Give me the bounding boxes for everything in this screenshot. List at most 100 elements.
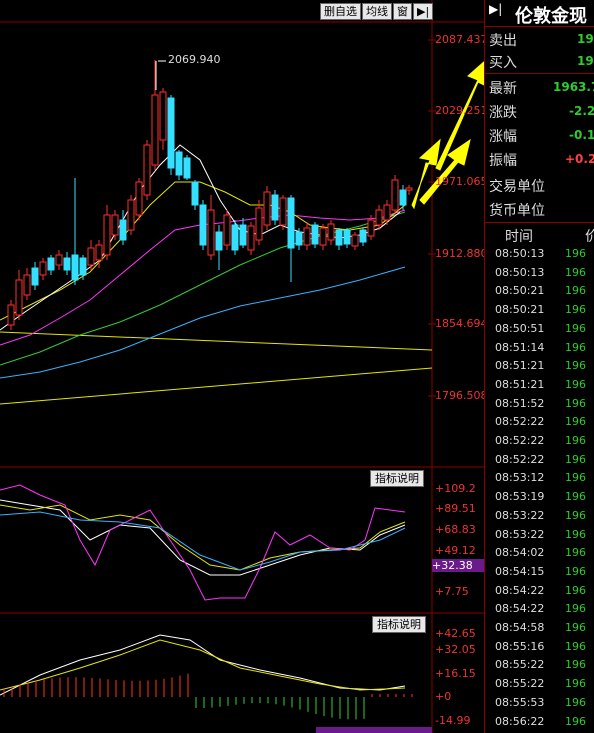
indicator-axis-label: +7.75 xyxy=(435,585,469,598)
tick-price: 196 xyxy=(565,359,586,373)
candle-body xyxy=(159,91,167,141)
tick-price: 196 xyxy=(565,602,586,616)
tick-price: 196 xyxy=(565,377,586,391)
candle-body xyxy=(39,261,47,276)
candle-body xyxy=(95,244,103,261)
price-axis-label: 1796.508 xyxy=(435,389,488,402)
candle-body xyxy=(231,224,239,251)
candle-body xyxy=(327,223,335,241)
tick-price: 196 xyxy=(565,321,586,335)
tick-price: 196 xyxy=(565,714,586,728)
indicator2-axis-label: +0 xyxy=(435,690,452,703)
indicator-help-button[interactable]: 指标说明 xyxy=(370,470,424,487)
indicator2-axis-label: +16.15 xyxy=(435,667,476,680)
candle-body xyxy=(175,151,183,176)
bid-value: 19 xyxy=(577,54,594,68)
indicator2-help-button[interactable]: 指标说明 xyxy=(372,616,426,633)
candle-body xyxy=(263,191,271,226)
remove-watchlist-button[interactable]: 删自选 xyxy=(320,3,361,20)
candle-body xyxy=(207,209,215,256)
bid-label: 买入 xyxy=(489,55,517,71)
candle-body xyxy=(135,181,143,216)
indicator-axis-label: +89.51 xyxy=(435,502,476,515)
change-label: 涨跌 xyxy=(489,105,517,121)
tick-time: 08:52:22 xyxy=(495,452,545,466)
tick-price: 196 xyxy=(565,527,586,541)
tick-price: 196 xyxy=(565,415,586,429)
tick-time: 08:52:22 xyxy=(495,415,545,429)
tick-time: 08:52:22 xyxy=(495,434,545,447)
tick-time: 08:54:58 xyxy=(495,621,545,634)
collapse-icon[interactable]: ▶| xyxy=(489,2,502,16)
instrument-title: 伦敦金现 xyxy=(515,6,587,27)
price-axis-label: 1912.880 xyxy=(435,247,488,260)
indicator2-axis-label: +32.05 xyxy=(435,643,476,656)
candle-body xyxy=(215,231,223,251)
candle-body xyxy=(119,219,127,241)
candle-body xyxy=(343,229,351,245)
tick-price: 196 xyxy=(565,546,586,560)
candle-body xyxy=(87,247,95,266)
candle-body xyxy=(247,225,255,251)
tick-price: 196 xyxy=(565,396,586,410)
tick-time: 08:55:22 xyxy=(495,677,545,691)
candle-body xyxy=(111,214,119,236)
tick-price: 196 xyxy=(565,639,586,653)
currency-unit-label: 货币单位 xyxy=(489,203,545,219)
tick-price: 196 xyxy=(565,658,586,672)
tick-price: 196 xyxy=(565,284,586,298)
last-label: 最新 xyxy=(489,81,517,97)
tick-price: 196 xyxy=(565,434,586,447)
tick-time: 08:56:22 xyxy=(495,714,545,728)
tick-time: 08:51:52 xyxy=(495,396,545,410)
tick-price: 196 xyxy=(565,583,586,597)
tick-price: 196 xyxy=(565,621,586,634)
candle-body xyxy=(319,227,327,246)
tick-price: 196 xyxy=(565,677,586,691)
price-axis-label: 1854.694 xyxy=(435,317,488,330)
window-button[interactable]: 窗 xyxy=(393,3,412,20)
change-value: -2.2 xyxy=(569,104,594,118)
candle-body xyxy=(7,304,15,326)
amplitude-value: +0.28 xyxy=(565,152,594,166)
tick-time: 08:50:13 xyxy=(495,247,545,260)
ma-yellow-line-2 xyxy=(0,367,433,405)
tick-time: 08:54:22 xyxy=(495,583,545,597)
candle-body xyxy=(143,144,151,196)
candle-body xyxy=(23,274,31,296)
indicator-axis-label: +109.2 xyxy=(435,482,476,495)
chart-toolbar: 删自选 均线 窗 ▶| xyxy=(320,3,434,20)
tick-time: 08:53:19 xyxy=(495,490,545,504)
candle-body xyxy=(375,209,383,226)
candle-body xyxy=(191,181,199,206)
time-column-header: 时间 xyxy=(505,229,533,245)
price-axis-label: 2029.251 xyxy=(435,104,488,117)
candle-body xyxy=(287,197,295,249)
last-value: 1963.7 xyxy=(553,80,594,94)
ask-value: 19 xyxy=(577,32,594,46)
tick-price: 196 xyxy=(565,564,586,578)
tick-price: 196 xyxy=(565,508,586,522)
tick-time: 08:50:21 xyxy=(495,284,545,298)
indicator2-axis-label: +42.65 xyxy=(435,627,476,640)
candle-body xyxy=(359,229,367,243)
indicator2-axis-label: -14.99 xyxy=(435,714,471,727)
candle-body xyxy=(383,204,391,221)
tick-time: 08:53:22 xyxy=(495,527,545,541)
indicator-axis-label: +68.83 xyxy=(435,523,476,536)
candle-body xyxy=(223,214,231,246)
candle-body xyxy=(79,257,87,276)
price-axis-label: 2087.437 xyxy=(435,33,488,46)
price-axis-label: 1971.065 xyxy=(435,175,488,188)
tick-price: 196 xyxy=(565,695,586,709)
candle-body xyxy=(167,97,175,169)
change-pct-label: 涨幅 xyxy=(489,129,517,145)
tick-price: 196 xyxy=(565,265,586,279)
tick-time: 08:50:51 xyxy=(495,321,545,335)
amplitude-label: 振幅 xyxy=(489,153,517,169)
ma-button[interactable]: 均线 xyxy=(362,3,392,20)
tick-price: 196 xyxy=(565,247,586,260)
candle-body xyxy=(399,189,407,206)
tick-time: 08:54:22 xyxy=(495,602,545,616)
collapse-panel-icon[interactable]: ▶| xyxy=(413,3,434,20)
